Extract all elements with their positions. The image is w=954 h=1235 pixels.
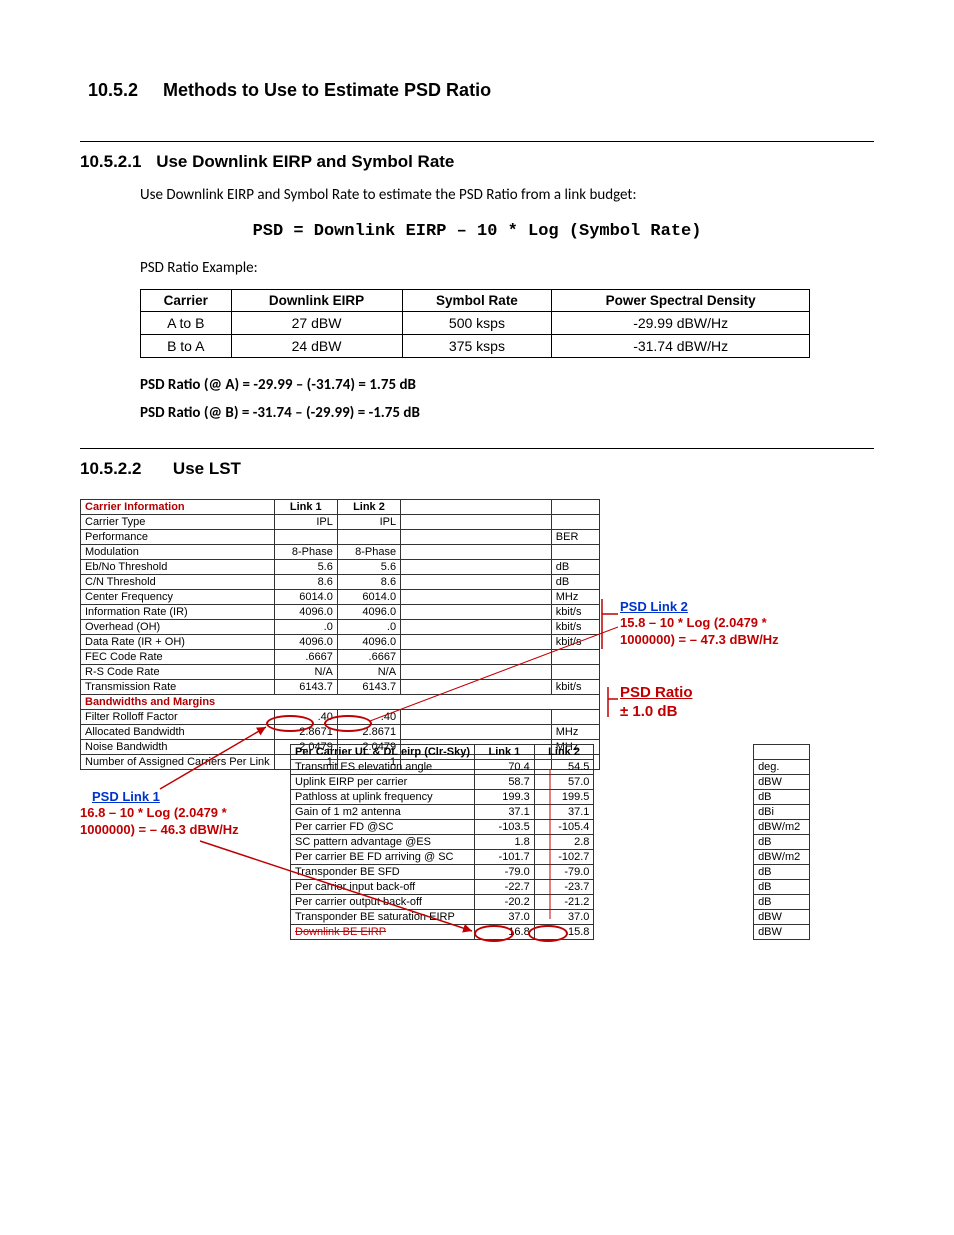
lst-row: Filter Rolloff Factor.40.40 xyxy=(81,710,600,725)
lst-row: SC pattern advantage @ES1.82.8dB xyxy=(291,835,810,850)
annot-title: PSD Link 1 xyxy=(92,789,280,805)
table-row: B to A 24 dBW 375 ksps -31.74 dBW/Hz xyxy=(141,335,810,358)
psd-formula: PSD = Downlink EIRP – 10 * Log (Symbol R… xyxy=(80,222,874,241)
lst-row: Per carrier FD @SC-103.5-105.4dBW/m2 xyxy=(291,820,810,835)
th-symbol-rate: Symbol Rate xyxy=(402,290,552,312)
annot-calc: 15.8 – 10 * Log (2.0479 * 1000000) = – 4… xyxy=(620,615,800,648)
lst-row: R-S Code RateN/AN/A xyxy=(81,665,600,680)
lst-row: Gain of 1 m2 antenna37.137.1dBi xyxy=(291,805,810,820)
lst-section-header: Bandwidths and Margins xyxy=(81,695,600,710)
lst-row: Transponder BE saturation EIRP37.037.0dB… xyxy=(291,910,810,925)
lst-row: Carrier TypeIPLIPL xyxy=(81,515,600,530)
lst-row: Allocated Bandwidth2.86712.8671MHz xyxy=(81,725,600,740)
annot-calc: 16.8 – 10 * Log (2.0479 * 1000000) = – 4… xyxy=(80,805,280,838)
section-number: 10.5.2.2 xyxy=(80,459,141,479)
rule xyxy=(80,141,874,142)
lst-row: PerformanceBER xyxy=(81,530,600,545)
lst-row: C/N Threshold8.68.6dB xyxy=(81,575,600,590)
lst-row: Eb/No Threshold5.65.6dB xyxy=(81,560,600,575)
intro-text: Use Downlink EIRP and Symbol Rate to est… xyxy=(140,186,874,204)
lst-row: Information Rate (IR)4096.04096.0kbit/s xyxy=(81,605,600,620)
th-downlink-eirp: Downlink EIRP xyxy=(231,290,402,312)
section-10-5-2-2-heading: 10.5.2.2 Use LST xyxy=(80,459,874,479)
lst-row: Center Frequency6014.06014.0MHz xyxy=(81,590,600,605)
annot-title: PSD Ratio xyxy=(620,684,693,703)
lst-section-header: Carrier Information xyxy=(81,500,275,515)
section-title: Use Downlink EIRP and Symbol Rate xyxy=(156,152,454,171)
th-psd: Power Spectral Density xyxy=(552,290,810,312)
section-number: 10.5.2.1 xyxy=(80,152,141,172)
section-10-5-2-1-heading: 10.5.2.1 Use Downlink EIRP and Symbol Ra… xyxy=(80,152,874,172)
lst-figure: Carrier Information Link 1 Link 2 Carrie… xyxy=(80,499,820,770)
section-10-5-2-heading: 10.5.2 Methods to Use to Estimate PSD Ra… xyxy=(88,80,874,101)
lst-row: Modulation8-Phase8-Phase xyxy=(81,545,600,560)
annot-value: ± 1.0 dB xyxy=(620,703,693,722)
annot-psd-link1: PSD Link 1 16.8 – 10 * Log (2.0479 * 100… xyxy=(80,789,280,838)
example-label: PSD Ratio Example: xyxy=(140,259,874,277)
lst-row: Uplink EIRP per carrier58.757.0dBW xyxy=(291,775,810,790)
lst-table-per-carrier: Per Carrier UL & DL eirp (Clr-Sky) Link … xyxy=(290,744,810,940)
lst-section-header: Per Carrier UL & DL eirp (Clr-Sky) xyxy=(291,745,475,760)
lst-row: Transmission Rate6143.76143.7kbit/s xyxy=(81,680,600,695)
psd-ratio-a: PSD Ratio (@ A) = -29.99 – (-31.74) = 1.… xyxy=(140,376,874,394)
lst-row: Transmit ES elevation angle70.454.5deg. xyxy=(291,760,810,775)
lst-row: FEC Code Rate.6667.6667 xyxy=(81,650,600,665)
annot-title: PSD Link 2 xyxy=(620,599,800,615)
lst-row: Overhead (OH).0.0kbit/s xyxy=(81,620,600,635)
psd-ratio-b: PSD Ratio (@ B) = -31.74 – (-29.99) = -1… xyxy=(140,404,874,422)
th-carrier: Carrier xyxy=(141,290,232,312)
lst-table-carrier-info: Carrier Information Link 1 Link 2 Carrie… xyxy=(80,499,600,770)
lst-row: Per carrier BE FD arriving @ SC-101.7-10… xyxy=(291,850,810,865)
lst-row: Per carrier output back-off-20.2-21.2dB xyxy=(291,895,810,910)
lst-row: Downlink BE EIRP16.815.8dBW xyxy=(291,925,810,940)
lst-row: Pathloss at uplink frequency199.3199.5dB xyxy=(291,790,810,805)
table-row: A to B 27 dBW 500 ksps -29.99 dBW/Hz xyxy=(141,312,810,335)
section-title: Methods to Use to Estimate PSD Ratio xyxy=(163,80,491,100)
rule xyxy=(80,448,874,449)
lst-row: Data Rate (IR + OH)4096.04096.0kbit/s xyxy=(81,635,600,650)
section-number: 10.5.2 xyxy=(88,80,158,101)
annot-psd-ratio: PSD Ratio ± 1.0 dB xyxy=(620,684,693,722)
lst-row: Per carrier input back-off-22.7-23.7dB xyxy=(291,880,810,895)
psd-example-table: Carrier Downlink EIRP Symbol Rate Power … xyxy=(140,289,810,358)
section-title: Use LST xyxy=(173,459,241,478)
annot-psd-link2: PSD Link 2 15.8 – 10 * Log (2.0479 * 100… xyxy=(620,599,800,648)
lst-row: Transponder BE SFD-79.0-79.0dB xyxy=(291,865,810,880)
